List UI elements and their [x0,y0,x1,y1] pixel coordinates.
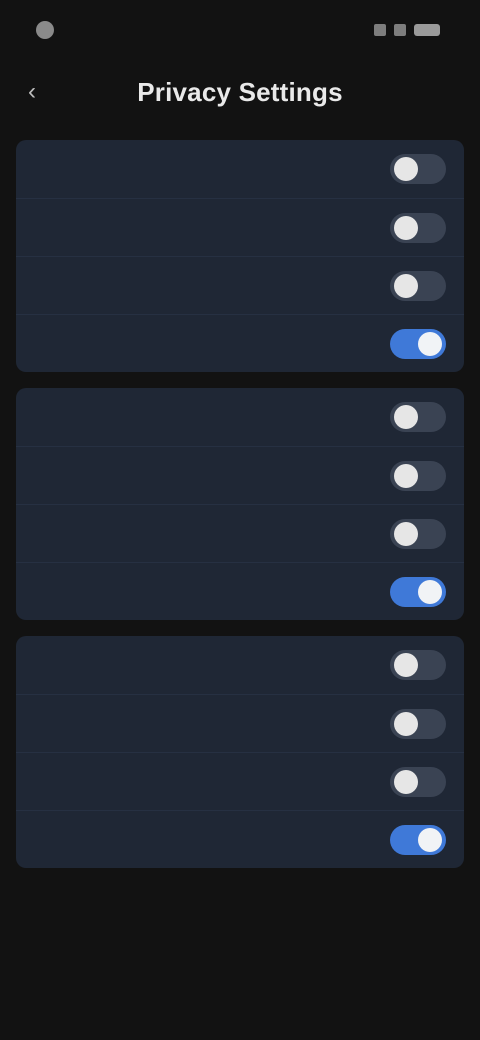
toggle-switch[interactable] [390,328,446,359]
settings-row[interactable] [16,256,464,314]
settings-row[interactable] [16,752,464,810]
status-right [374,24,448,36]
toggle-knob [394,463,418,488]
settings-row[interactable] [16,446,464,504]
toggle-knob [394,769,418,794]
toggle-knob [394,273,418,298]
toggle-switch[interactable] [390,154,446,184]
settings-row[interactable] [16,810,464,868]
toggle-knob [394,711,418,736]
circle-icon [36,21,54,39]
toggle-switch[interactable] [390,766,446,797]
toggle-knob [394,521,418,546]
page-title: Privacy Settings [137,76,343,107]
toggle-switch[interactable] [390,212,446,243]
signal-icon [374,24,386,36]
status-left [36,21,64,39]
settings-group-3 [16,636,464,868]
settings-row[interactable] [16,314,464,372]
toggle-switch[interactable] [390,824,446,855]
toggle-switch[interactable] [390,576,446,607]
chevron-left-icon[interactable]: ‹ [18,78,46,106]
toggle-switch[interactable] [390,708,446,739]
settings-group-2 [16,388,464,620]
wifi-icon [394,24,406,36]
settings-row[interactable] [16,562,464,620]
header: ‹ Privacy Settings [0,60,480,124]
settings-row[interactable] [16,694,464,752]
battery-icon [414,24,440,36]
settings-screen: ‹ Privacy Settings [0,0,480,1040]
toggle-switch[interactable] [390,650,446,680]
settings-row[interactable] [16,504,464,562]
toggle-switch[interactable] [390,270,446,301]
toggle-knob [394,157,418,181]
settings-row[interactable] [16,198,464,256]
toggle-knob [394,215,418,240]
status-bar [0,0,480,60]
toggle-knob [418,331,442,356]
settings-group-1 [16,140,464,372]
toggle-knob [394,653,418,677]
toggle-knob [418,827,442,852]
toggle-knob [418,579,442,604]
settings-row[interactable] [16,636,464,694]
toggle-switch[interactable] [390,460,446,491]
toggle-knob [394,405,418,429]
toggle-switch[interactable] [390,518,446,549]
settings-row[interactable] [16,140,464,198]
toggle-switch[interactable] [390,402,446,432]
settings-row[interactable] [16,388,464,446]
